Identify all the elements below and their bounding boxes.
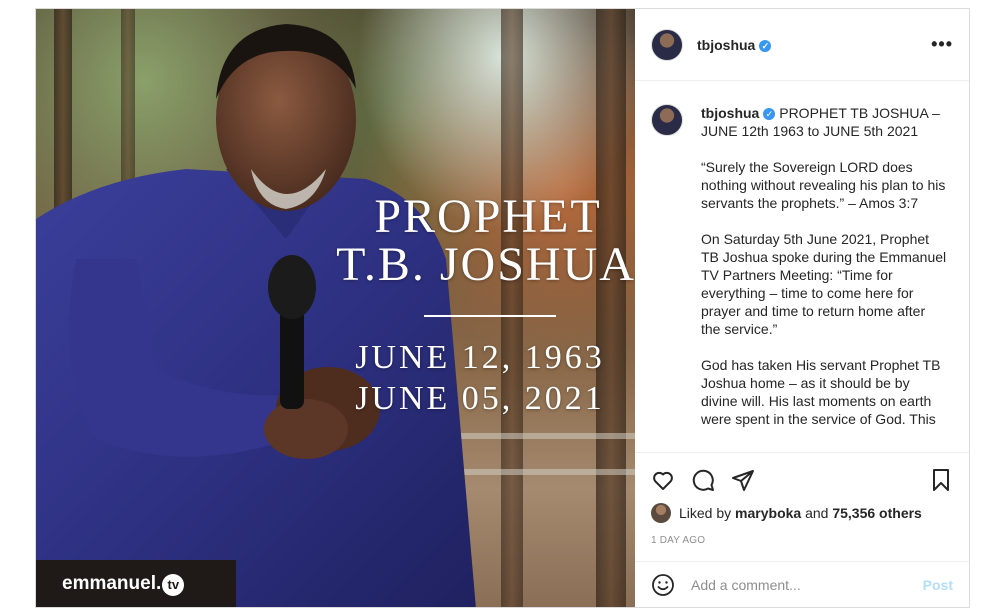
action-icons-row (651, 463, 953, 497)
image-divider (424, 315, 556, 317)
caption-author-avatar[interactable] (651, 104, 683, 136)
likes-summary: Liked by maryboka and 75,356 others (651, 503, 953, 523)
tv-badge: tv (162, 574, 185, 596)
more-options-icon[interactable]: ••• (931, 34, 953, 55)
comment-icon[interactable] (691, 468, 715, 492)
post-actions: Liked by maryboka and 75,356 others 1 DA… (635, 452, 969, 546)
post-comment-button[interactable]: Post (923, 577, 953, 593)
caption-paragraph-3: On Saturday 5th June 2021, Prophet TB Jo… (701, 231, 947, 337)
caption-area: tbjoshua ✓ PROPHET TB JOSHUA – JUNE 12th … (635, 82, 969, 452)
author-username[interactable]: tbjoshua ✓ (697, 37, 772, 53)
image-birth-date: JUNE 12, 1963 (355, 339, 605, 376)
caption-paragraph-4: God has taken His servant Prophet TB Jos… (701, 357, 941, 427)
image-title-prophet: PROPHET (374, 190, 602, 243)
bookmark-icon[interactable] (929, 468, 953, 492)
image-title-name: T.B. JOSHUA (336, 238, 635, 291)
post-header: tbjoshua ✓ ••• (635, 9, 969, 81)
post-card: PROPHET T.B. JOSHUA JUNE 12, 1963 JUNE 0… (35, 8, 970, 608)
liker-avatar[interactable] (651, 503, 671, 523)
emmanuel-tv-logo: emmanuel. tv (62, 573, 185, 596)
heart-icon[interactable] (651, 468, 675, 492)
caption-text: tbjoshua ✓ PROPHET TB JOSHUA – JUNE 12th … (701, 104, 947, 446)
liker-username[interactable]: maryboka (735, 505, 801, 521)
emoji-icon[interactable] (651, 573, 675, 597)
verified-icon: ✓ (763, 108, 776, 120)
author-avatar[interactable] (651, 28, 683, 61)
man-with-microphone-figure (36, 24, 476, 607)
likes-count[interactable]: 75,356 others (832, 505, 922, 521)
comment-bar: Post (635, 561, 969, 607)
image-death-date: JUNE 05, 2021 (355, 380, 605, 417)
post-side-panel: tbjoshua ✓ ••• tbjoshua ✓ PROPHET TB JOSHU… (635, 9, 969, 607)
post-timestamp[interactable]: 1 DAY AGO (651, 535, 953, 546)
caption-paragraph-2: “Surely the Sovereign LORD does nothing … (701, 159, 946, 211)
share-icon[interactable] (731, 468, 755, 492)
caption-username[interactable]: tbjoshua (701, 105, 759, 121)
verified-icon: ✓ (759, 39, 772, 52)
post-image[interactable]: PROPHET T.B. JOSHUA JUNE 12, 1963 JUNE 0… (36, 9, 635, 607)
comment-input[interactable] (691, 576, 911, 593)
emmanuel-tv-logo-bar: emmanuel. tv (36, 560, 236, 607)
